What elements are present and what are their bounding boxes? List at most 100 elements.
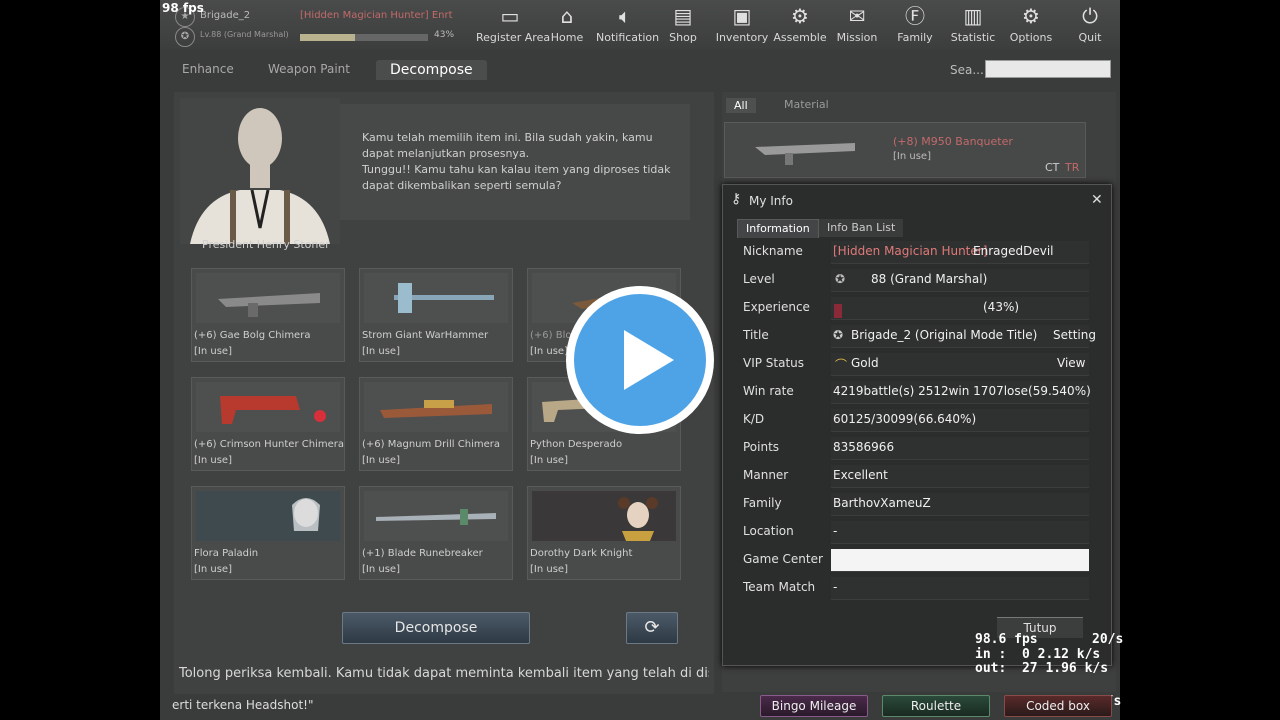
tab-enhance[interactable]: Enhance [182,62,234,76]
nav-family[interactable]: Ⓕ Family [892,4,938,48]
item-card[interactable]: Dorothy Dark Knight [In use] [527,486,681,580]
npc-section: Kamu telah memilih item ini. Bila sudah … [180,98,690,252]
stats-rate-1: 20/s [1092,632,1124,647]
team-ct-label: CT [1045,161,1060,174]
item-name: (+6) Gae Bolg Chimera [194,330,311,341]
decompose-button[interactable]: Decompose [342,612,530,644]
nav-label: Inventory [715,31,769,44]
label-nickname: Nickname [743,244,803,258]
assemble-icon: ⚙ [791,4,809,28]
nav-quit[interactable]: ⏻ Quit [1068,4,1112,48]
title-setting-button[interactable]: Setting [1053,328,1096,342]
team-tr-label: TR [1065,161,1080,174]
dialog-header: ⚷ My Info ✕ [723,185,1111,217]
weapon-thumbnail [755,143,855,165]
row-kd: K/D 60125/30099(66.640%) [743,409,1103,432]
profile-level: Lv.88 (Grand Marshal) [200,30,289,39]
label-manner: Manner [743,468,789,482]
kd-text: 60125/30099(66.640%) [833,412,977,426]
location-text: - [833,524,838,538]
nav-options[interactable]: ⚙ Options [1008,4,1054,48]
nav-label: Mission [836,31,878,44]
nav-inventory[interactable]: ▣ Inventory [714,4,770,48]
item-card[interactable]: Strom Giant WarHammer [In use] [359,268,513,362]
register-icon: ▭ [500,4,520,28]
points-text: 83586966 [833,440,895,454]
bingo-mileage-button[interactable]: Bingo Mileage [760,695,868,717]
nickname-name: EnragedDevil [973,244,1054,258]
row-team-match: Team Match - [743,577,1103,600]
close-icon[interactable]: ✕ [1091,192,1103,208]
my-info-dialog: ⚷ My Info ✕ Information Info Ban List Ni… [722,184,1112,666]
rank-emblem-icon: ✪ [175,27,195,47]
value-manner: Excellent [831,465,1089,488]
nav-label: Register Area [476,31,551,44]
row-winrate: Win rate 4219battle(s) 2512win 1707lose(… [743,381,1103,404]
item-name: Python Desperado [530,439,623,450]
family-text: BarthovXameuZ [833,496,931,510]
xp-bar-fill [300,34,356,41]
inventory-icon: ▣ [732,4,752,28]
item-card[interactable]: (+6) Gae Bolg Chimera [In use] [191,268,345,362]
value-team-match: - [831,577,1089,600]
profile-panel[interactable]: ★ ✪ Brigade_2 [Hidden Magician Hunter] E… [172,5,462,47]
nav-label: Home [550,31,584,44]
item-status: [In use] [530,346,568,357]
material-item-name: (+8) M950 Banqueter [893,135,1013,148]
tab-all[interactable]: All [726,98,756,113]
vip-view-button[interactable]: View [1057,356,1085,370]
play-button[interactable] [566,286,714,434]
nav-home[interactable]: ⌂ Home [544,4,590,48]
weapon-thumbnail [364,491,508,541]
nav-statistic[interactable]: ▥ Statistic [946,4,1000,48]
statistic-icon: ▥ [963,4,983,28]
stats-in: in : 0 2.12 k/s [975,647,1101,662]
nav-shop[interactable]: ▤ Shop [660,4,706,48]
power-icon: ⏻ [1082,4,1098,28]
search-input[interactable] [985,60,1111,78]
material-item[interactable]: (+8) M950 Banqueter [In use] CT TR [724,122,1086,178]
dialog-title: My Info [749,194,793,208]
item-status: [In use] [194,346,232,357]
play-button-disc [574,294,706,426]
item-card[interactable]: Flora Paladin [In use] [191,486,345,580]
rank-emblem-icon: ✪ [835,272,846,286]
mission-icon: ✉ [848,4,866,28]
tab-information[interactable]: Information [737,219,819,238]
tab-material[interactable]: Material [784,98,829,111]
nav-assemble[interactable]: ⚙ Assemble [772,4,828,48]
title-badge-icon: ✪ [833,328,844,342]
item-status: [In use] [194,564,232,575]
value-nickname: [Hidden Magician Hunter] EnragedDevil [831,241,1089,264]
nav-label: Statistic [950,31,996,44]
tab-decompose[interactable]: Decompose [376,60,487,80]
item-card[interactable]: (+6) Magnum Drill Chimera [In use] [359,377,513,471]
refresh-button[interactable]: ⟳ [626,612,678,644]
value-family: BarthovXameuZ [831,493,1089,516]
nav-notification[interactable]: 🔈︎ Notification [596,4,659,48]
item-card[interactable]: (+1) Blade Runebreaker [In use] [359,486,513,580]
row-title: Title ✪ Brigade_2 (Original Mode Title) … [743,325,1103,348]
material-item-status: [In use] [893,151,931,162]
npc-dialog: Kamu telah memilih item ini. Bila sudah … [340,104,690,220]
roulette-button[interactable]: Roulette [882,695,990,717]
item-status: [In use] [530,564,568,575]
nav-register-area[interactable]: ▭ Register Area [476,4,551,48]
item-card[interactable]: (+6) Crimson Hunter Chimera [In use] [191,377,345,471]
xp-bar [300,34,428,41]
nav-mission[interactable]: ✉ Mission [832,4,882,48]
shop-icon: ▤ [673,4,693,28]
tab-info-ban-list[interactable]: Info Ban List [819,219,904,237]
tab-weapon-paint[interactable]: Weapon Paint [268,62,350,76]
speaker-icon: 🔈︎ [619,4,631,28]
coded-box-button[interactable]: Coded box [1004,695,1112,717]
weapon-thumbnail [364,273,508,323]
item-status: [In use] [362,564,400,575]
value-location: - [831,521,1089,544]
play-icon [624,330,674,390]
row-manner: Manner Excellent [743,465,1103,488]
label-vip: VIP Status [743,356,805,370]
item-name: Flora Paladin [194,548,259,559]
winrate-text: 4219battle(s) 2512win 1707lose(59.540%) [833,384,1091,398]
row-level: Level ✪ 88 (Grand Marshal) [743,269,1103,292]
